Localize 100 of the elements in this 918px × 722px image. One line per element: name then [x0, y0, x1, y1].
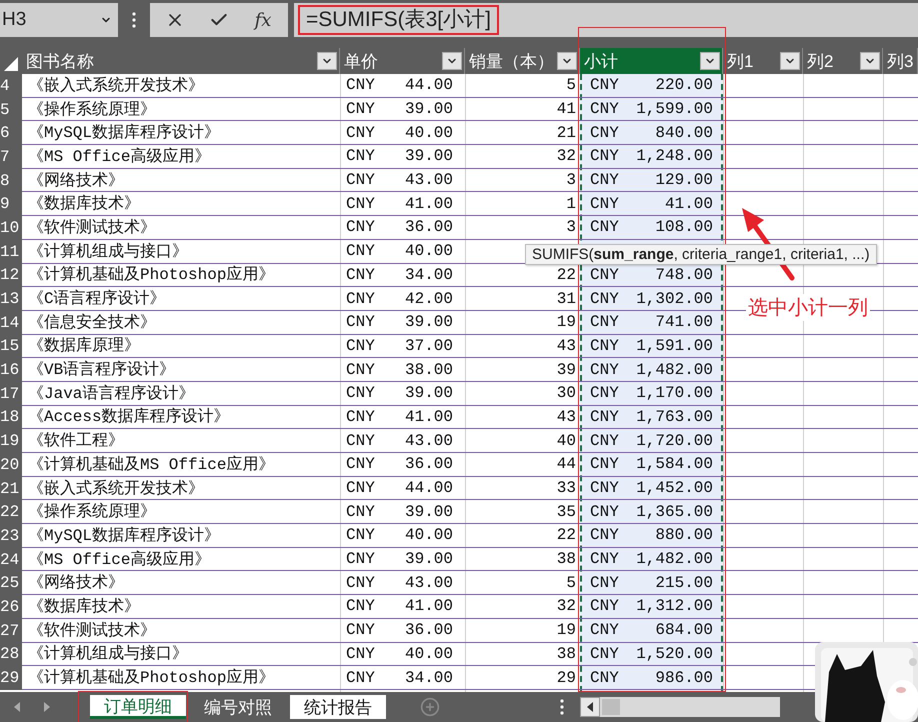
currency: CNY	[590, 266, 619, 284]
currency: CNY	[590, 502, 619, 521]
amount: 43.00	[404, 171, 453, 190]
currency: CNY	[346, 621, 375, 640]
amount: 44.00	[404, 76, 453, 94]
table-cell-text: 《软件测试技术》	[28, 620, 156, 641]
currency: CNY	[590, 124, 619, 142]
amount: 1,591.00	[636, 336, 713, 355]
amount: 38.00	[404, 360, 453, 379]
row-number[interactable]: 19	[0, 429, 22, 453]
table-cell-text: 《计算机基础及MS Office应用》	[28, 454, 274, 475]
table-cell: 30	[556, 384, 576, 402]
amount: 42.00	[404, 290, 453, 308]
row-number[interactable]: 21	[0, 476, 22, 500]
currency: CNY	[346, 526, 375, 544]
amount: 741.00	[655, 313, 713, 332]
table-cell-text: 《MySQL数据库程序设计》	[28, 122, 220, 144]
row-number[interactable]: 4	[0, 74, 22, 98]
row-number[interactable]: 27	[0, 618, 22, 642]
amount: 1,599.00	[636, 100, 713, 118]
filter-button[interactable]	[780, 52, 800, 70]
row-number[interactable]: 18	[0, 406, 22, 430]
column-header[interactable]: 小计	[580, 48, 723, 74]
sheet-tab[interactable]: 订单明细	[90, 695, 186, 719]
row-number[interactable]: 12	[0, 264, 22, 288]
left-arrow-icon	[586, 702, 594, 712]
table-cell: 32	[556, 597, 576, 616]
row-number[interactable]: 13	[0, 287, 22, 311]
row-number[interactable]: 6	[0, 121, 22, 146]
currency: CNY	[590, 171, 619, 190]
previous-sheet-icon[interactable]	[12, 701, 22, 713]
more-icon[interactable]	[560, 699, 564, 715]
amount: 840.00	[655, 124, 713, 142]
currency: CNY	[590, 336, 619, 355]
amount: 1,520.00	[636, 644, 713, 663]
table-cell: 40	[556, 432, 576, 450]
amount: 220.00	[655, 76, 713, 94]
name-box[interactable]: H3	[0, 3, 118, 37]
row-number[interactable]: 17	[0, 382, 22, 406]
row-number[interactable]: 8	[0, 168, 22, 192]
table-cell: 43	[556, 336, 576, 355]
amount: 41.00	[664, 194, 713, 213]
filter-button[interactable]	[442, 52, 462, 70]
row-number[interactable]: 22	[0, 500, 22, 524]
filter-button[interactable]	[557, 52, 577, 70]
currency: CNY	[346, 218, 375, 236]
row-number[interactable]: 11	[0, 240, 22, 264]
row-number[interactable]: 24	[0, 548, 22, 572]
scroll-left-button[interactable]	[580, 697, 600, 717]
row-number[interactable]: 15	[0, 334, 22, 358]
currency: CNY	[346, 455, 375, 474]
currency: CNY	[346, 360, 375, 379]
next-sheet-icon[interactable]	[42, 701, 52, 713]
amount: 986.00	[655, 668, 713, 687]
row-number[interactable]: 25	[0, 571, 22, 596]
table-cell: 5	[566, 76, 576, 94]
amount: 1,763.00	[636, 408, 713, 426]
amount: 1,482.00	[636, 360, 713, 379]
table-cell-text: 《操作系统原理》	[28, 502, 156, 522]
filter-button[interactable]	[860, 52, 880, 70]
formula-bar[interactable]: =SUMIFS(表3[小计]	[294, 3, 918, 37]
amount: 39.00	[404, 502, 453, 521]
table-cell-text: 《嵌入式系统开发技术》	[28, 478, 204, 499]
table-cell-text: 《网络技术》	[28, 572, 124, 594]
row-number[interactable]: 29	[0, 666, 22, 690]
currency: CNY	[346, 550, 375, 568]
row-number[interactable]: 14	[0, 310, 22, 335]
filter-button[interactable]	[700, 52, 720, 70]
row-number[interactable]: 9	[0, 192, 22, 216]
currency: CNY	[590, 432, 619, 450]
amount: 40.00	[404, 124, 453, 142]
row-number[interactable]: 28	[0, 642, 22, 666]
amount: 1,365.00	[636, 502, 713, 521]
amount: 1,302.00	[636, 290, 713, 308]
row-number[interactable]: 20	[0, 453, 22, 477]
currency: CNY	[590, 621, 619, 640]
more-icon[interactable]	[132, 12, 136, 28]
row-number[interactable]: 16	[0, 358, 22, 382]
amount: 41.00	[404, 408, 453, 426]
currency: CNY	[590, 455, 619, 474]
row-number[interactable]: 23	[0, 524, 22, 548]
row-number[interactable]: 26	[0, 595, 22, 619]
amount: 1,584.00	[636, 455, 713, 474]
row-number[interactable]: 10	[0, 216, 22, 240]
table-cell: 31	[556, 290, 576, 308]
row-number[interactable]: 5	[0, 98, 22, 122]
scroll-thumb[interactable]	[602, 699, 620, 715]
table-cell: 3	[566, 171, 576, 190]
row-number[interactable]: 7	[0, 145, 22, 169]
currency: CNY	[346, 147, 375, 166]
currency: CNY	[346, 194, 375, 213]
table-cell: 35	[556, 502, 576, 521]
currency: CNY	[590, 360, 619, 379]
currency: CNY	[590, 384, 619, 402]
table-cell-text: 《MS Office高级应用》	[28, 146, 210, 167]
table-cell-text: 《数据库原理》	[28, 336, 140, 356]
sheet-tab[interactable]: 统计报告	[290, 695, 386, 719]
filter-button[interactable]	[317, 52, 337, 70]
horizontal-scrollbar[interactable]	[580, 697, 780, 717]
table-cell: 43	[556, 408, 576, 426]
